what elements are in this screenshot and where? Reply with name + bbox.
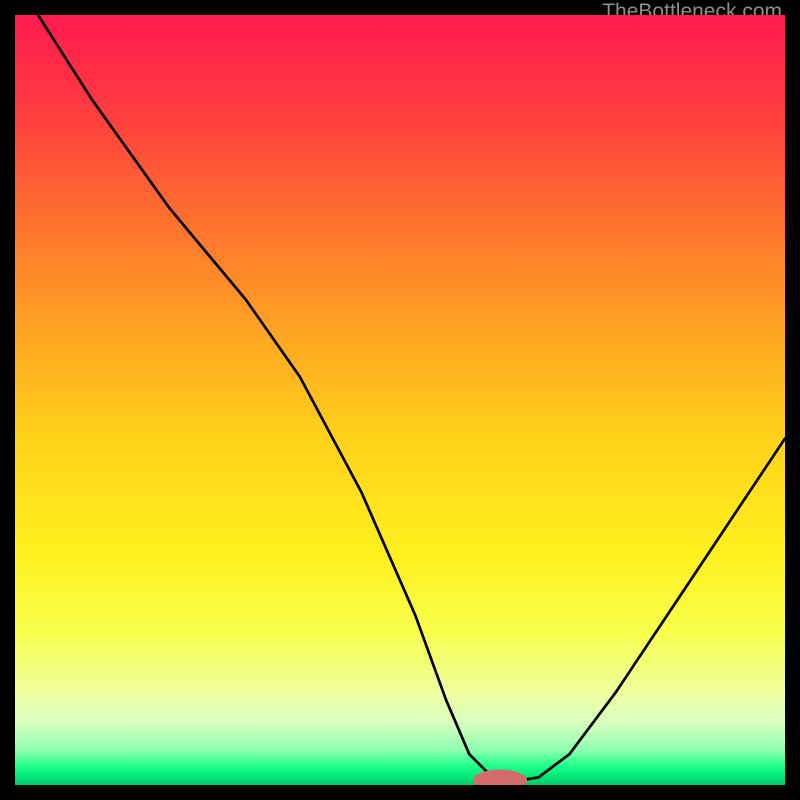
bottleneck-chart	[15, 15, 785, 785]
gradient-background	[15, 15, 785, 785]
chart-container: TheBottleneck.com	[0, 0, 800, 800]
